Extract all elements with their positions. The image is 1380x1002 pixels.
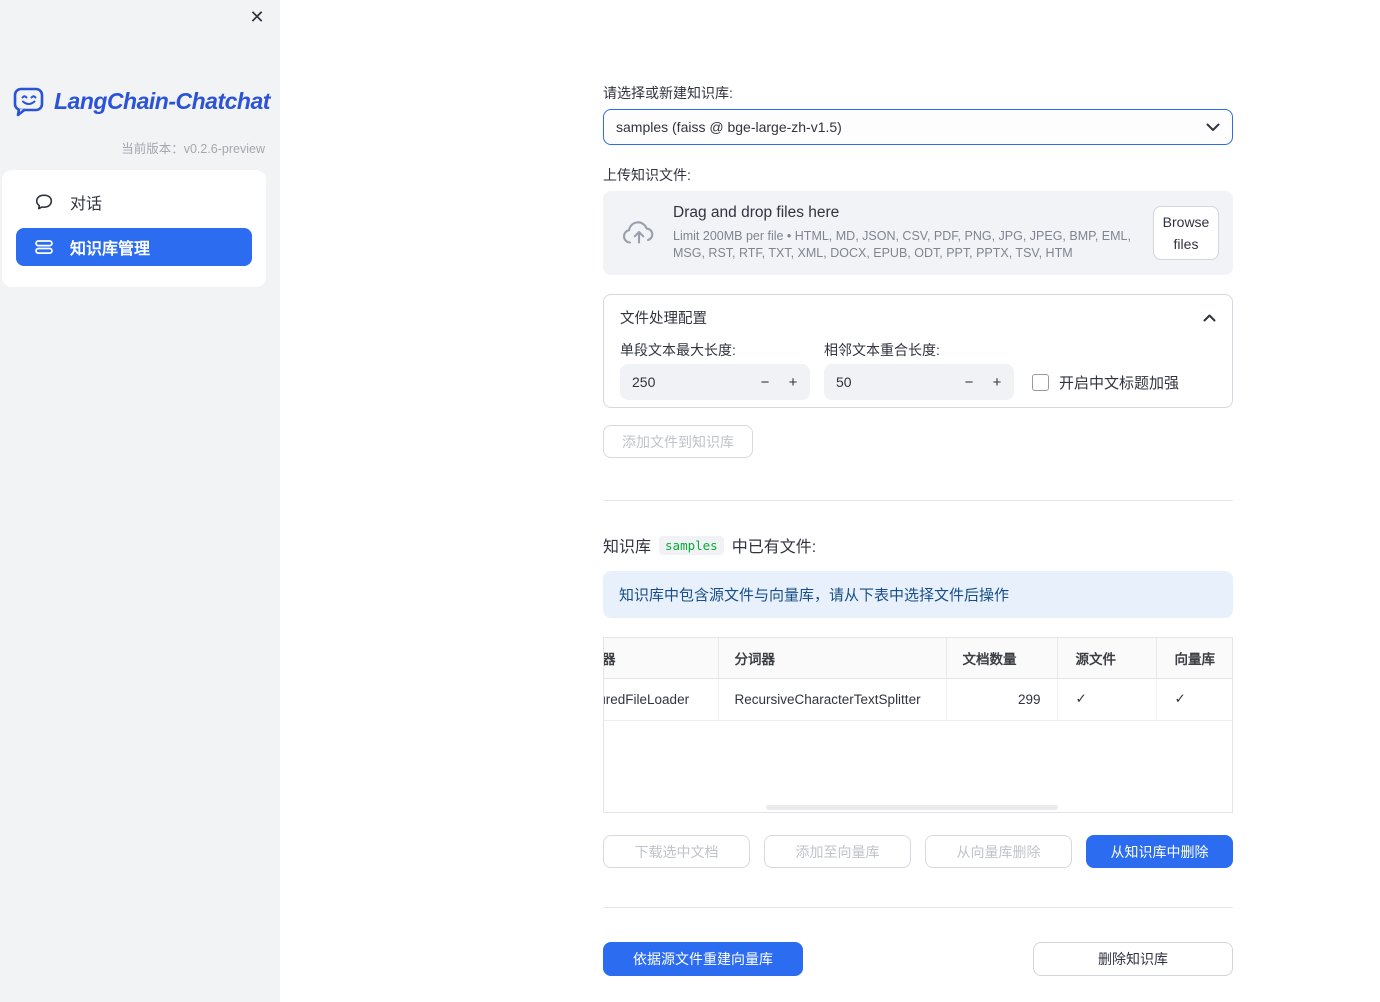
checkbox-label: 开启中文标题加强 [1059,375,1180,392]
plus-button[interactable]: + [778,364,808,400]
chevron-down-icon [1206,123,1220,132]
dropzone-title: Drag and drop files here [673,204,840,222]
chunk-size-label: 单段文本最大长度: [620,342,736,358]
cell-loader: UnstructuredFileLoader [604,678,719,721]
app-logo: LangChain-Chatchat [12,86,270,117]
knowledge-base-icon [34,238,54,256]
file-actions: 下载选中文档 添加至向量库 从向量库删除 从知识库中删除 [603,835,1233,868]
sidebar-item-label: 对话 [70,196,103,213]
add-files-to-kb-button[interactable]: 添加文件到知识库 [603,425,753,458]
overlap-size-input[interactable] [836,364,936,400]
info-banner: 知识库中包含源文件与向量库，请从下表中选择文件后操作 [603,571,1233,618]
sidebar: ✕ LangChain-Chatchat 当前版本：v0.2.6-preview… [0,0,280,1002]
zh-title-enhance-checkbox[interactable]: 开启中文标题加强 [1032,372,1179,393]
table-row[interactable]: UnstructuredFileLoader RecursiveCharacte… [604,678,1232,721]
column-header-source[interactable]: 源文件 [1057,638,1157,679]
chevron-up-icon [1203,314,1216,322]
rebuild-vector-store-button[interactable]: 依据源文件重建向量库 [603,942,803,976]
cell-splitter: RecursiveCharacterTextSplitter [718,678,947,721]
column-header-docs[interactable]: 文档数量 [946,638,1058,679]
kb-select-label: 请选择或新建知识库: [603,85,733,101]
chunk-size-stepper: − + [620,364,810,400]
cell-vector-check: ✓ [1156,678,1232,721]
kb-select-value: samples (faiss @ bge-large-zh-v1.5) [616,119,842,135]
version-text: 当前版本：v0.2.6-preview [121,142,265,156]
delete-kb-button[interactable]: 删除知识库 [1033,942,1233,976]
checkbox-box[interactable] [1032,374,1049,391]
kb-files-table[interactable]: 文档加载器 分词器 文档数量 源文件 向量库 UnstructuredFileL… [603,637,1233,813]
table-header-row: 文档加载器 分词器 文档数量 源文件 向量库 [604,638,1232,679]
kb-footer-actions: 依据源文件重建向量库 删除知识库 [603,942,1233,976]
sidebar-item-knowledge-base[interactable]: 知识库管理 [16,228,252,266]
expander-header[interactable]: 文件处理配置 [604,295,1232,328]
delete-from-kb-button[interactable]: 从知识库中删除 [1086,835,1233,868]
logo-chat-smiley-icon [12,86,46,117]
sidebar-item-label: 知识库管理 [70,241,151,258]
main-content: 请选择或新建知识库: samples (faiss @ bge-large-zh… [603,0,1233,976]
upload-label: 上传知识文件: [603,167,691,183]
file-dropzone[interactable]: Drag and drop files here Limit 200MB per… [603,191,1233,275]
chunk-size-input[interactable] [632,364,732,400]
dropzone-hint: Limit 200MB per file • HTML, MD, JSON, C… [673,229,1131,260]
sidebar-nav: 对话 知识库管理 [2,170,266,287]
sidebar-close-icon[interactable]: ✕ [246,6,268,28]
divider [603,907,1233,908]
logo-wordmark: LangChain-Chatchat [54,88,270,114]
cloud-upload-icon [621,219,657,247]
kb-files-heading: 知识库 samples 中已有文件: [603,535,817,556]
expander-body: 单段文本最大长度: 相邻文本重合长度: − + − + 开启中文标题加强 [604,328,1232,412]
kb-name-code: samples [659,535,724,555]
column-header-splitter[interactable]: 分词器 [718,638,947,679]
browse-files-button[interactable]: Browse files [1153,205,1219,261]
sidebar-item-dialogue[interactable]: 对话 [16,182,252,222]
chat-bubble-icon [34,192,54,212]
cell-source-check: ✓ [1057,678,1157,721]
column-header-vector[interactable]: 向量库 [1156,638,1232,679]
column-header-loader[interactable]: 文档加载器 [604,638,719,679]
add-to-vector-store-button[interactable]: 添加至向量库 [764,835,911,868]
file-config-expander: 文件处理配置 单段文本最大长度: 相邻文本重合长度: − + − + [603,294,1233,408]
download-selected-button[interactable]: 下载选中文档 [603,835,750,868]
minus-button[interactable]: − [954,364,984,400]
plus-button[interactable]: + [982,364,1012,400]
dropzone-text: Drag and drop files here Limit 200MB per… [673,204,1153,262]
minus-button[interactable]: − [750,364,780,400]
divider [603,500,1233,501]
cell-docs: 299 [946,678,1058,721]
kb-select-dropdown[interactable]: samples (faiss @ bge-large-zh-v1.5) [603,109,1233,145]
table-horizontal-scrollbar[interactable] [766,805,1058,810]
expander-title: 文件处理配置 [620,311,707,327]
overlap-size-stepper: − + [824,364,1014,400]
delete-from-vector-store-button[interactable]: 从向量库删除 [925,835,1072,868]
overlap-size-label: 相邻文本重合长度: [824,342,940,358]
